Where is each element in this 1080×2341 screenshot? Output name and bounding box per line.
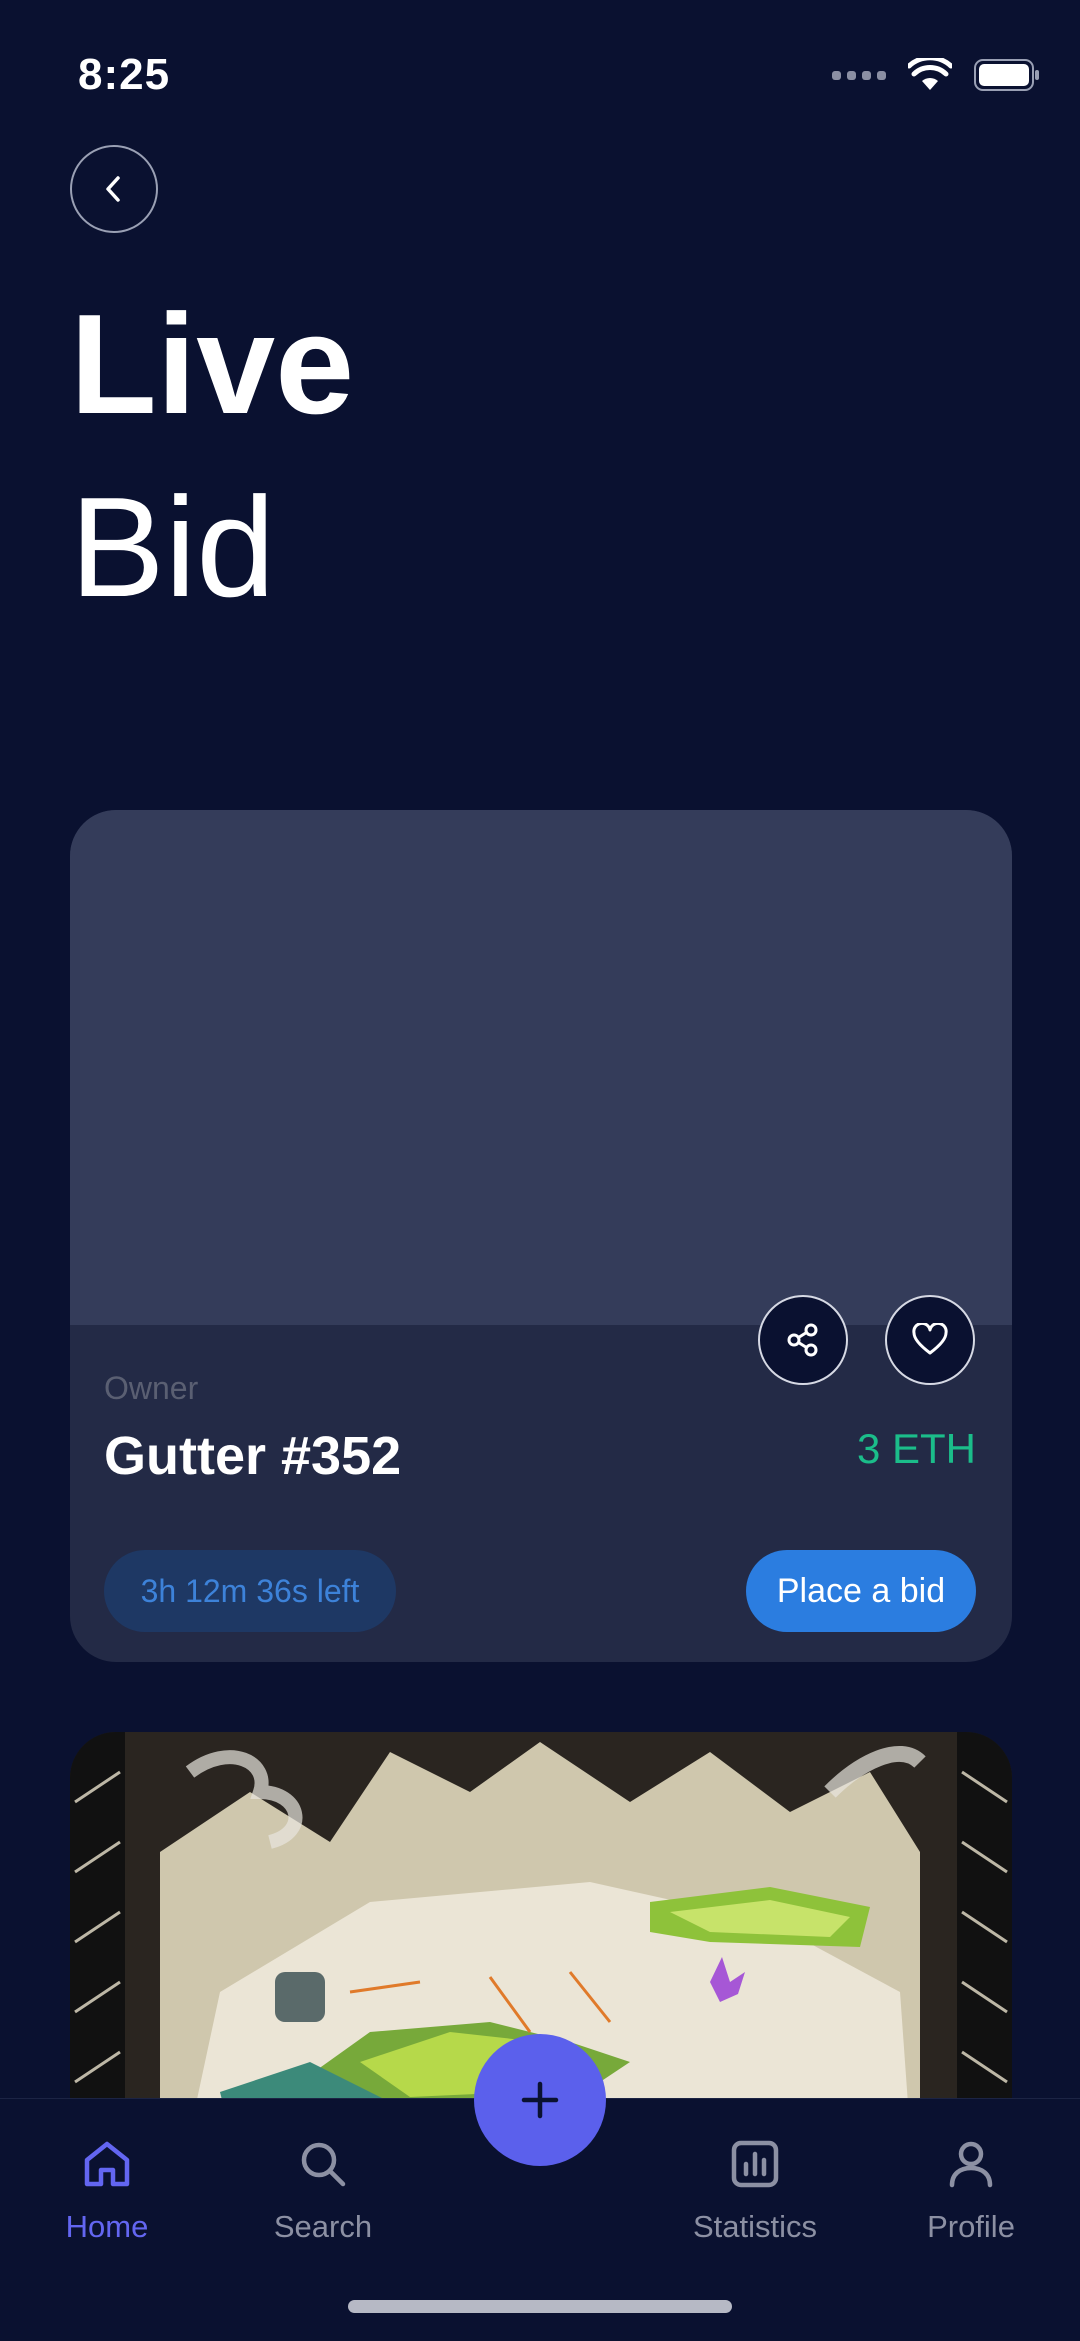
status-time: 8:25 (78, 50, 171, 99)
search-icon (301, 2142, 346, 2187)
tab-statistics[interactable]: Statistics (675, 2129, 835, 2245)
live-bid-card[interactable]: Owner Gutter #352 3 ETH 3h 12m 36s left … (70, 810, 1012, 1662)
plus-icon (521, 2081, 559, 2119)
share-button[interactable] (758, 1295, 848, 1385)
tab-search[interactable]: Search (243, 2129, 403, 2245)
bar-chart-icon (731, 2140, 779, 2188)
heart-icon (912, 1323, 948, 1355)
tab-home-label: Home (65, 2209, 149, 2244)
cellular-signal-icon (832, 70, 886, 80)
tab-profile-label: Profile (927, 2209, 1015, 2244)
owner-label: Owner (104, 1370, 199, 1406)
status-icons (832, 58, 1040, 92)
item-name: Gutter #352 (104, 1426, 402, 1486)
tab-statistics-label: Statistics (692, 2209, 818, 2244)
place-bid-button[interactable]: Place a bid (746, 1550, 976, 1632)
page-title: Live (70, 285, 355, 444)
price: 3 ETH (856, 1425, 976, 1472)
nft-image-placeholder (70, 810, 1012, 1325)
chevron-left-icon (106, 176, 120, 202)
favorite-button[interactable] (885, 1295, 975, 1385)
share-icon (787, 1323, 818, 1357)
battery-icon (974, 59, 1039, 91)
tab-search-label: Search (273, 2209, 373, 2244)
page-subtitle: Bid (70, 468, 276, 627)
status-bar: 8:25 (0, 0, 1080, 150)
back-button[interactable] (70, 145, 158, 233)
time-left-badge: 3h 12m 36s left (104, 1550, 396, 1632)
home-icon (84, 2141, 130, 2187)
add-button[interactable] (474, 2034, 606, 2166)
tab-home[interactable]: Home (27, 2129, 187, 2245)
user-icon (949, 2141, 993, 2188)
tab-profile[interactable]: Profile (891, 2129, 1051, 2245)
wifi-icon (908, 58, 952, 90)
home-indicator[interactable] (348, 2300, 732, 2313)
